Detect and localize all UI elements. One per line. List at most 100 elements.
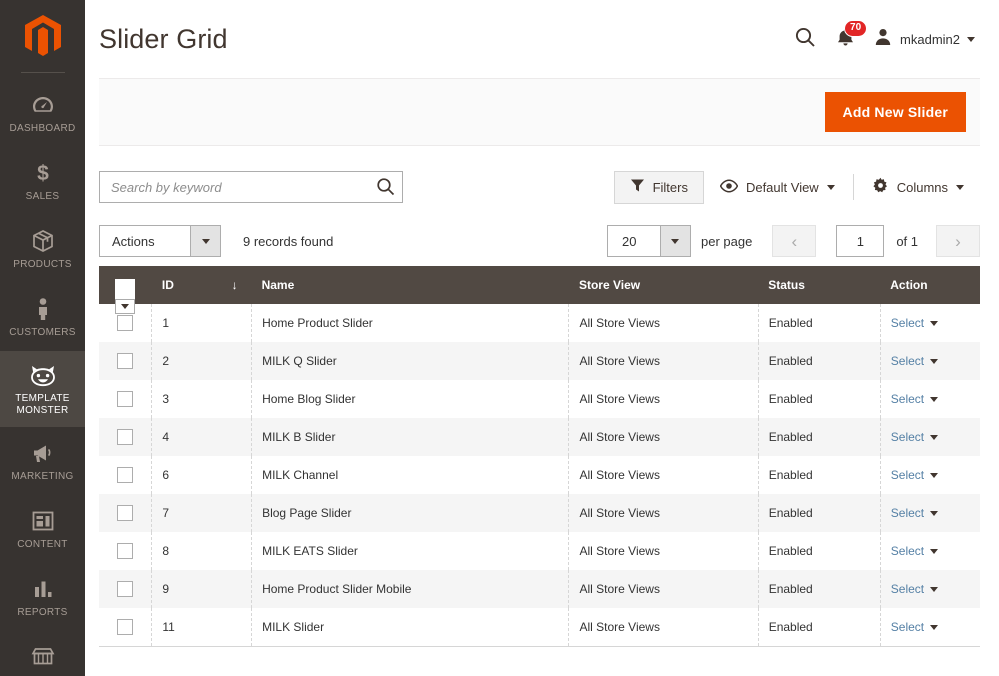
- cell-action[interactable]: Select: [880, 418, 980, 456]
- row-checkbox[interactable]: [117, 619, 134, 635]
- cell-id: 4: [151, 418, 253, 456]
- row-select-action-link[interactable]: Select: [891, 620, 939, 634]
- chevron-down-icon: [956, 184, 964, 190]
- filters-label: Filters: [652, 179, 688, 195]
- sidebar-item-reports[interactable]: REPORTS: [0, 563, 85, 631]
- row-select-action-link[interactable]: Select: [891, 506, 939, 520]
- next-page-button[interactable]: ›: [936, 225, 980, 257]
- table-row[interactable]: 6 MILK Channel All Store Views Enabled Selec…: [99, 456, 980, 494]
- row-select-cell[interactable]: [99, 380, 153, 418]
- bell-wrapper: 70: [836, 19, 868, 52]
- row-select-cell[interactable]: [99, 418, 153, 456]
- sidebar-item-products[interactable]: PRODUCTS: [0, 215, 85, 283]
- sidebar-item-label: TEMPLATE MONSTER: [15, 393, 70, 416]
- row-select-cell[interactable]: [99, 532, 153, 570]
- cell-id: 1: [151, 304, 253, 342]
- sidebar-item-template-monster[interactable]: TEMPLATE MONSTER: [0, 351, 85, 427]
- cell-action[interactable]: Select: [880, 532, 980, 570]
- per-page-label: per page: [700, 233, 753, 249]
- cell-name: Home Blog Slider: [251, 380, 570, 418]
- cell-action[interactable]: Select: [880, 608, 980, 646]
- sidebar-item-customers[interactable]: CUSTOMERS: [0, 283, 85, 351]
- actions-dropdown-arrow[interactable]: [190, 226, 220, 256]
- page-number-input[interactable]: [836, 225, 885, 257]
- main-content: Slider Grid 70 mkadmin2 Add New Slider S…: [85, 0, 999, 676]
- chevron-left-icon: ‹: [791, 231, 798, 251]
- default-view-button[interactable]: Default View: [704, 171, 851, 204]
- sidebar-item-content[interactable]: CONTENT: [0, 495, 85, 563]
- column-header-name[interactable]: Name: [251, 266, 569, 304]
- row-checkbox[interactable]: [117, 505, 134, 521]
- row-select-cell[interactable]: [99, 494, 153, 532]
- cell-action[interactable]: Select: [880, 456, 980, 494]
- select-all-column-header[interactable]: [99, 266, 152, 314]
- previous-page-button[interactable]: ‹: [772, 225, 817, 257]
- row-select-action-link[interactable]: Select: [891, 430, 939, 444]
- table-row[interactable]: 9 Home Product Slider Mobile All Store Vie…: [99, 570, 980, 608]
- table-row[interactable]: 2 MILK Q Slider All Store Views Enabled Sele…: [99, 342, 980, 380]
- per-page-dropdown[interactable]: 20: [606, 225, 691, 257]
- row-checkbox[interactable]: [117, 467, 134, 483]
- search-submit-icon[interactable]: [376, 177, 395, 201]
- row-select-cell[interactable]: [99, 342, 153, 380]
- row-checkbox[interactable]: [117, 581, 134, 597]
- table-row[interactable]: 7 Blog Page Slider All Store Views Enabled S…: [99, 494, 980, 532]
- row-checkbox[interactable]: [117, 391, 134, 407]
- cell-action[interactable]: Select: [880, 380, 980, 418]
- row-select-action-link[interactable]: Select: [891, 316, 939, 330]
- select-all-dropdown[interactable]: [115, 298, 136, 314]
- sidebar-item-marketing[interactable]: MARKETING: [0, 427, 85, 495]
- columns-button[interactable]: Columns: [856, 171, 980, 204]
- pagination: 20 per page ‹ of 1 ›: [606, 225, 980, 257]
- sidebar-item-dashboard[interactable]: DASHBOARD: [0, 79, 85, 147]
- sidebar-item-stores[interactable]: STORES: [0, 631, 85, 676]
- row-checkbox[interactable]: [117, 543, 134, 559]
- table-row[interactable]: 3 Home Blog Slider All Store Views Enabled S…: [99, 380, 980, 418]
- row-checkbox[interactable]: [117, 315, 134, 331]
- column-header-status[interactable]: Status: [758, 266, 881, 304]
- bar-chart-icon: [32, 576, 54, 602]
- select-all-checkbox[interactable]: [115, 278, 136, 299]
- row-checkbox[interactable]: [117, 429, 134, 445]
- actions-dropdown[interactable]: Actions: [99, 225, 221, 257]
- sidebar-item-sales[interactable]: $ SALES: [0, 147, 85, 215]
- cell-status: Enabled: [758, 456, 881, 494]
- column-header-id[interactable]: ID ↓: [151, 266, 252, 304]
- table-row[interactable]: 8 MILK EATS Slider All Store Views Enabled S…: [99, 532, 980, 570]
- person-icon: [36, 296, 50, 322]
- row-select-action-link[interactable]: Select: [891, 354, 939, 368]
- row-select-action-link[interactable]: Select: [891, 392, 939, 406]
- row-select-action-link[interactable]: Select: [890, 468, 939, 482]
- row-select-cell[interactable]: [99, 608, 153, 646]
- row-select-cell[interactable]: [99, 570, 153, 608]
- column-header-store-view[interactable]: Store View: [568, 266, 759, 304]
- sidebar-divider: [20, 72, 65, 73]
- page-actions-bar: Add New Slider: [99, 78, 980, 146]
- magento-logo[interactable]: [0, 0, 85, 72]
- filters-button[interactable]: Filters: [613, 170, 704, 204]
- records-found-label: 9 records found: [243, 233, 334, 249]
- search-by-keyword-box[interactable]: [99, 171, 403, 203]
- notifications-button[interactable]: 70: [826, 19, 868, 59]
- row-select-action-label: Select: [890, 468, 925, 482]
- cell-action[interactable]: Select: [880, 494, 980, 532]
- cell-status: Enabled: [758, 304, 881, 342]
- cell-store-view: All Store Views: [568, 494, 759, 532]
- per-page-dropdown-arrow[interactable]: [659, 226, 690, 256]
- chevron-down-icon: [930, 586, 939, 592]
- table-row[interactable]: 1 Home Product Slider All Store Views Enabl…: [99, 304, 980, 342]
- row-select-action-link[interactable]: Select: [890, 544, 939, 558]
- cell-action[interactable]: Select: [880, 570, 980, 608]
- row-select-action-link[interactable]: Select: [891, 582, 939, 596]
- row-checkbox[interactable]: [117, 353, 134, 369]
- table-row[interactable]: 4 MILK B Slider All Store Views Enabled Sele…: [99, 418, 980, 456]
- cell-action[interactable]: Select: [880, 342, 980, 380]
- global-search-button[interactable]: [784, 19, 826, 59]
- row-select-cell[interactable]: [99, 456, 153, 494]
- user-menu[interactable]: mkadmin2: [865, 27, 979, 52]
- search-input[interactable]: [100, 172, 402, 202]
- row-select-action-label: Select: [890, 544, 925, 558]
- add-new-slider-button[interactable]: Add New Slider: [824, 92, 966, 132]
- cell-action[interactable]: Select: [880, 304, 980, 342]
- table-row[interactable]: 11 MILK Slider All Store Views Enabled Selec…: [99, 608, 980, 646]
